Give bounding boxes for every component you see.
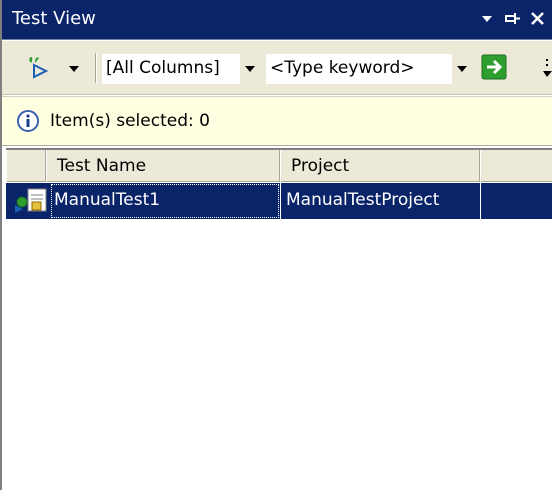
manual-test-icon [14, 187, 48, 220]
run-tests-icon[interactable] [24, 54, 54, 87]
title-bar: Test View [2, 0, 552, 40]
test-name-text: ManualTest1 [54, 190, 161, 210]
column-filter-dropdown-icon[interactable] [240, 54, 260, 84]
project-text: ManualTestProject [286, 190, 440, 210]
pin-icon[interactable] [502, 6, 522, 30]
cell-project[interactable]: ManualTestProject [282, 183, 480, 219]
row-header-column[interactable] [6, 150, 46, 182]
toolbar: [All Columns] <Type keyword> [2, 41, 552, 95]
column-divider [280, 183, 281, 219]
go-arrow-icon[interactable] [480, 53, 508, 86]
test-view-window: Test View [All Columns] <Type keyword> I… [0, 0, 552, 490]
column-filter-value: [All Columns] [106, 58, 220, 78]
column-header-empty[interactable] [480, 150, 552, 182]
table-row[interactable]: ManualTest1 ManualTestProject [6, 183, 552, 219]
column-filter-select[interactable]: [All Columns] [102, 54, 260, 84]
keyword-filter-placeholder: <Type keyword> [270, 58, 415, 78]
info-icon [16, 109, 40, 138]
column-header-project[interactable]: Project [280, 150, 480, 182]
toolbar-separator [95, 53, 97, 83]
column-header-label: Project [291, 156, 350, 176]
window-menu-dropdown-icon[interactable] [478, 6, 498, 30]
keyword-filter-dropdown-icon[interactable] [452, 54, 472, 84]
column-divider [480, 183, 481, 219]
close-icon[interactable] [528, 6, 548, 30]
column-header-label: Test Name [57, 156, 147, 176]
selection-count-text: Item(s) selected: 0 [50, 111, 210, 131]
keyword-filter-input[interactable]: <Type keyword> [266, 54, 472, 84]
window-title: Test View [12, 8, 96, 29]
toolbar-overflow-icon[interactable] [542, 55, 552, 88]
grid-header: Test Name Project [6, 150, 552, 182]
test-list-grid: Test Name Project ManualTest1 ManualTest… [6, 148, 552, 490]
info-bar: Item(s) selected: 0 [2, 96, 552, 146]
cell-test-name[interactable]: ManualTest1 [50, 183, 280, 219]
run-options-dropdown-icon[interactable] [66, 54, 82, 87]
column-header-test-name[interactable]: Test Name [46, 150, 280, 182]
